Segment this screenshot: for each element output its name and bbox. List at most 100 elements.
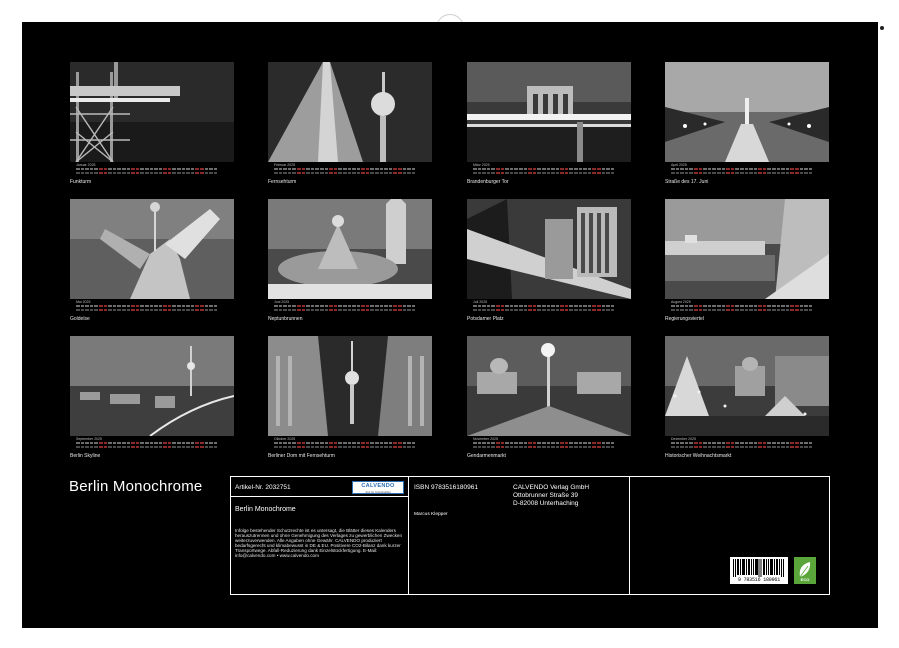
day-marker [361, 305, 365, 307]
day-marker [136, 446, 140, 448]
day-marker [127, 168, 131, 170]
day-marker [482, 168, 486, 170]
day-marker [565, 309, 569, 311]
day-marker [501, 446, 505, 448]
day-marker [781, 442, 785, 444]
day-marker [569, 172, 573, 174]
day-marker [685, 442, 689, 444]
day-marker [131, 442, 135, 444]
day-marker [325, 442, 329, 444]
day-marker [384, 309, 388, 311]
day-marker [740, 309, 744, 311]
day-marker [560, 168, 564, 170]
day-marker [343, 305, 347, 307]
day-marker [487, 446, 491, 448]
day-marker [366, 442, 370, 444]
day-marker [172, 446, 176, 448]
day-marker [389, 442, 393, 444]
day-marker [800, 172, 804, 174]
day-marker [699, 442, 703, 444]
day-marker [384, 168, 388, 170]
day-marker [366, 172, 370, 174]
month-name: Juli 2025 [473, 300, 487, 304]
eco-label-text: ECO [794, 577, 816, 582]
binding-ring [880, 26, 884, 30]
day-marker [168, 305, 172, 307]
day-marker [487, 168, 491, 170]
day-marker [398, 309, 402, 311]
regierungsviertel-photo [665, 199, 829, 299]
month-name: September 2025 [76, 437, 102, 441]
day-marker [311, 309, 315, 311]
day-marker [717, 309, 721, 311]
day-marker [357, 442, 361, 444]
day-marker [781, 305, 785, 307]
day-marker [588, 442, 592, 444]
day-marker [163, 172, 167, 174]
day-marker [496, 168, 500, 170]
day-marker [597, 305, 601, 307]
day-marker [758, 446, 762, 448]
day-marker [524, 442, 528, 444]
day-marker [491, 442, 495, 444]
day-marker [209, 446, 213, 448]
day-marker [505, 309, 509, 311]
day-marker [214, 442, 218, 444]
month-june: Juni 2025 Neptunbrunnen [268, 199, 432, 299]
day-marker [478, 168, 482, 170]
day-marker [777, 442, 781, 444]
day-marker [694, 442, 698, 444]
day-marker [403, 305, 407, 307]
day-marker [200, 442, 204, 444]
day-marker [131, 172, 135, 174]
day-marker [735, 172, 739, 174]
divider [408, 477, 409, 594]
day-marker [722, 172, 726, 174]
day-marker [366, 446, 370, 448]
day-marker [482, 305, 486, 307]
day-marker [370, 168, 374, 170]
day-marker [537, 305, 541, 307]
day-marker [533, 168, 537, 170]
day-marker [214, 309, 218, 311]
day-marker [279, 305, 283, 307]
day-marker [790, 168, 794, 170]
day-marker [722, 442, 726, 444]
day-marker [320, 168, 324, 170]
day-marker [565, 305, 569, 307]
day-marker [740, 172, 744, 174]
day-marker [407, 446, 411, 448]
day-marker [375, 168, 379, 170]
day-marker [159, 168, 163, 170]
day-marker [597, 172, 601, 174]
day-marker [85, 172, 89, 174]
day-marker [370, 446, 374, 448]
day-marker [804, 168, 808, 170]
day-marker [311, 168, 315, 170]
day-marker [685, 446, 689, 448]
day-marker [528, 172, 532, 174]
calendar-title: Berlin Monochrome [69, 478, 202, 495]
day-marker [315, 168, 319, 170]
month-name: November 2025 [473, 437, 498, 441]
day-marker [547, 309, 551, 311]
day-marker [592, 172, 596, 174]
day-marker [283, 168, 287, 170]
day-marker [758, 442, 762, 444]
month-february: Februar 2025 Fernsehturm [268, 62, 432, 162]
day-marker [767, 168, 771, 170]
day-marker [163, 309, 167, 311]
day-marker [136, 172, 140, 174]
day-marker [473, 442, 477, 444]
day-marker [172, 305, 176, 307]
day-marker [597, 446, 601, 448]
day-marker [510, 446, 514, 448]
day-marker [279, 168, 283, 170]
day-marker [533, 309, 537, 311]
day-marker [763, 168, 767, 170]
day-marker [325, 309, 329, 311]
day-marker [731, 305, 735, 307]
day-marker [501, 442, 505, 444]
day-marker [403, 309, 407, 311]
day-marker [127, 305, 131, 307]
